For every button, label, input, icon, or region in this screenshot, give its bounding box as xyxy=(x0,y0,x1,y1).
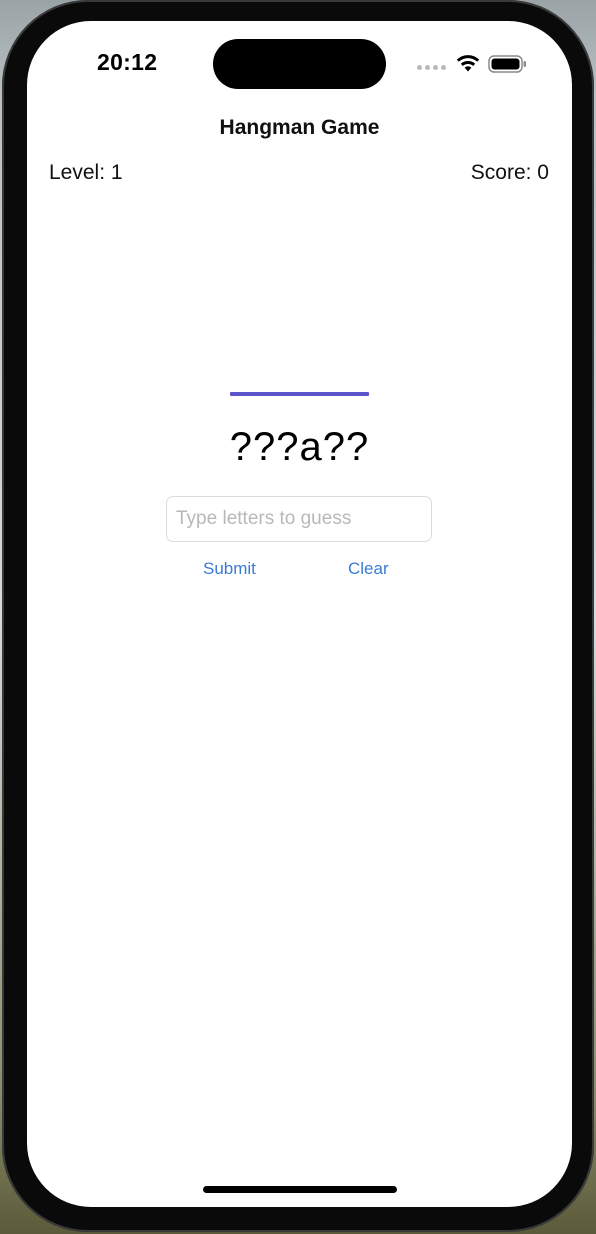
home-indicator[interactable] xyxy=(203,1186,397,1193)
battery-icon xyxy=(488,55,526,73)
dynamic-island xyxy=(213,39,386,89)
clear-button[interactable]: Clear xyxy=(348,559,389,579)
phone-frame: 20:12 Hangman Game Level: 1 Score: 0 ???… xyxy=(2,0,594,1232)
masked-word: ???a?? xyxy=(229,425,370,469)
guess-input[interactable] xyxy=(166,496,432,542)
submit-button[interactable]: Submit xyxy=(203,559,256,579)
score-label: Score: 0 xyxy=(470,161,549,184)
app-screen: 20:12 Hangman Game Level: 1 Score: 0 ???… xyxy=(27,21,572,1207)
cellular-signal-icon xyxy=(417,65,446,70)
hangman-progress-bar xyxy=(230,392,369,396)
page-title: Hangman Game xyxy=(219,116,380,139)
status-bar-time: 20:12 xyxy=(97,49,158,75)
level-label: Level: 1 xyxy=(49,161,123,184)
wifi-icon xyxy=(456,55,480,72)
